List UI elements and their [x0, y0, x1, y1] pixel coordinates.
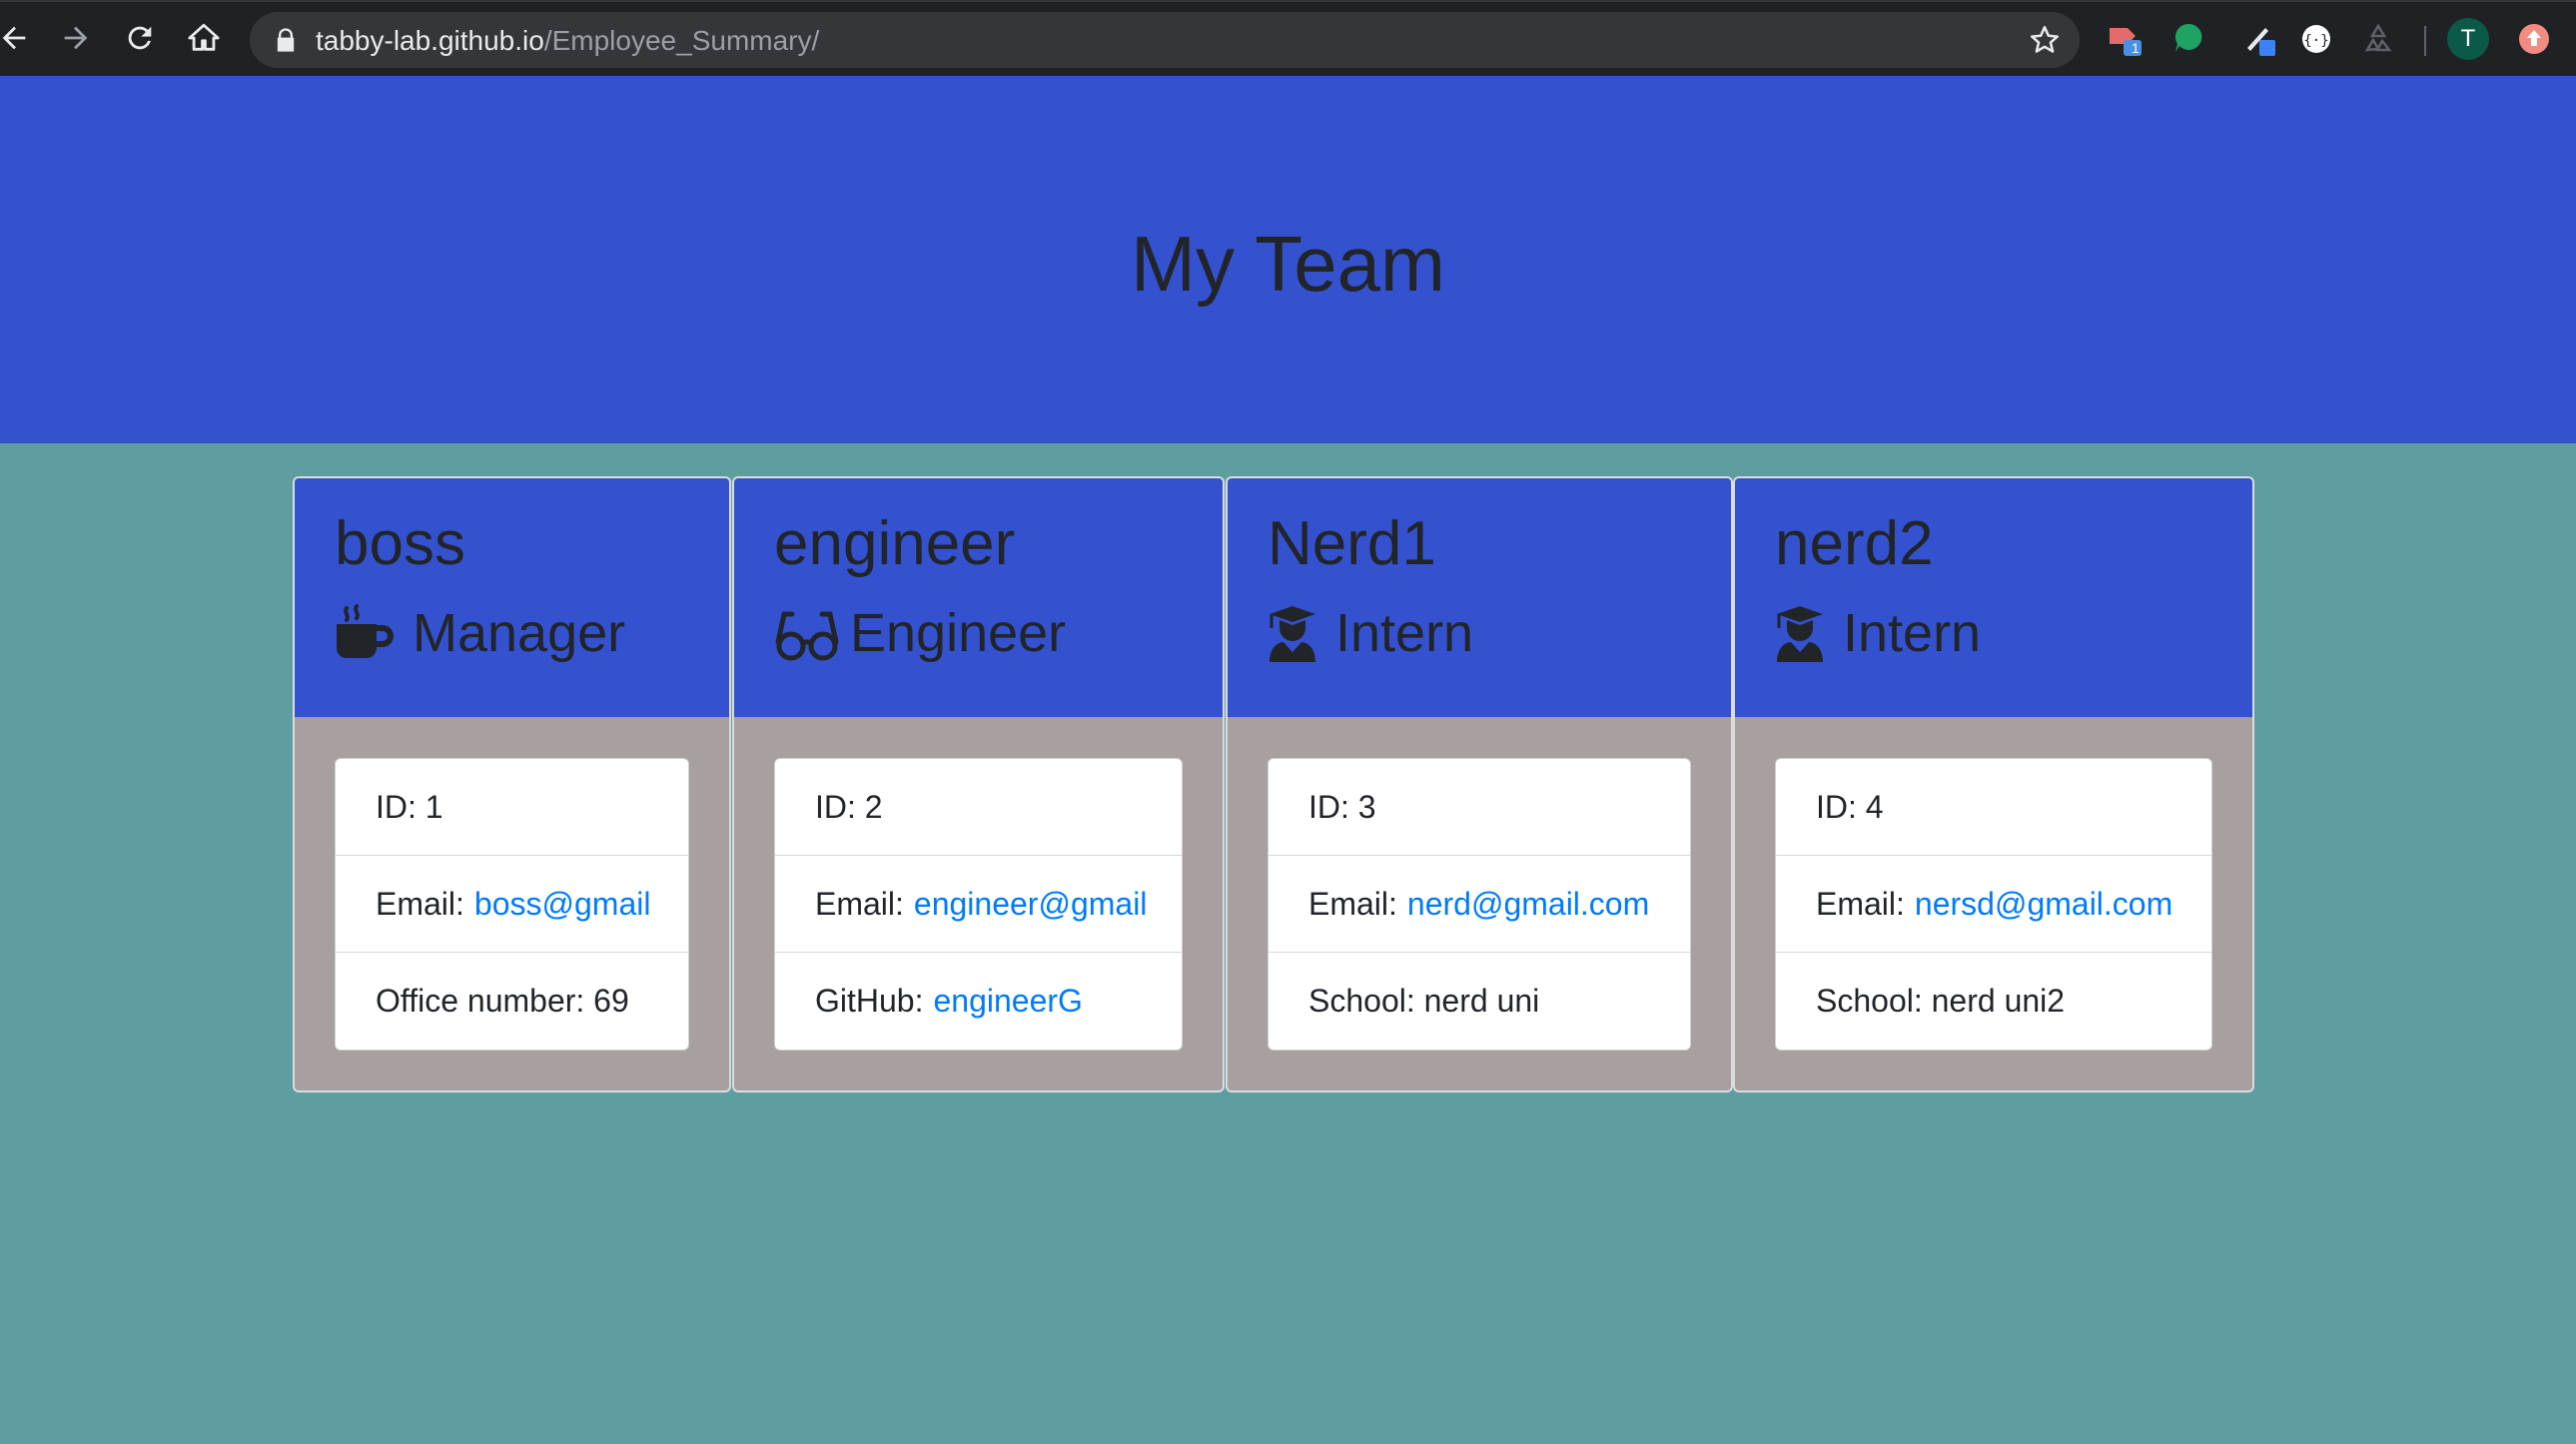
page-header: My Team — [0, 76, 2576, 443]
details-list: ID: 2 Email: engineer@gmail GitHub: engi… — [774, 758, 1183, 1051]
employee-card-engineer: engineer Engineer ID: 2 Email: engineer@… — [732, 476, 1225, 1092]
github-item: GitHub: engineerG — [775, 953, 1182, 1050]
url-text[interactable]: tabby-lab.github.io/Employee_Summary/ — [316, 25, 819, 57]
github-link[interactable]: engineerG — [933, 983, 1082, 1020]
email-item: Email: nerd@gmail.com — [1269, 856, 1690, 953]
details-list: ID: 4 Email: nersd@gmail.com School: ner… — [1775, 758, 2212, 1051]
code-extension-icon[interactable]: {·} — [2297, 20, 2335, 58]
role-label: Engineer — [850, 603, 1067, 663]
browser-toolbar: tabby-lab.github.io/Employee_Summary/ 1 … — [0, 0, 2576, 76]
details-list: ID: 3 Email: nerd@gmail.com School: nerd… — [1268, 758, 1691, 1051]
details-list: ID: 1 Email: boss@gmail Office number: 6… — [335, 758, 689, 1051]
id-item: ID: 1 — [336, 759, 688, 856]
email-item: Email: nersd@gmail.com — [1776, 856, 2211, 953]
glasses-icon — [775, 611, 839, 661]
email-link[interactable]: boss@gmail — [474, 886, 651, 923]
id-item: ID: 2 — [775, 759, 1182, 856]
card-header: engineer Engineer — [734, 478, 1223, 718]
employee-card-intern: Nerd1 Intern ID: 3 Email: nerd@gmail.com… — [1226, 476, 1733, 1092]
coffee-icon — [337, 604, 394, 658]
update-icon[interactable] — [2515, 20, 2553, 58]
school-item: School: nerd uni — [1308, 983, 1540, 1019]
card-header: nerd2 Intern — [1735, 478, 2252, 718]
green-extension-icon[interactable] — [2169, 20, 2207, 58]
svg-text:{·}: {·} — [2303, 33, 2328, 49]
card-header: Nerd1 Intern — [1228, 478, 1731, 718]
school-item: School: nerd uni2 — [1816, 983, 2066, 1019]
employee-role: Intern — [1268, 598, 1731, 668]
email-item: Email: boss@gmail — [336, 856, 688, 953]
profile-avatar[interactable]: T — [2447, 18, 2489, 60]
id-item: ID: 4 — [1776, 759, 2211, 856]
back-icon[interactable] — [0, 16, 36, 60]
address-bar[interactable]: tabby-lab.github.io/Employee_Summary/ — [250, 12, 2080, 68]
extension-badge: 1 — [2132, 40, 2140, 56]
employee-name: engineer — [774, 509, 1016, 578]
employee-card-manager: boss Manager ID: 1 Email: boss@gmail Off… — [293, 476, 731, 1092]
employee-role: Manager — [335, 598, 729, 668]
employee-role: Engineer — [774, 598, 1223, 668]
role-label: Intern — [1843, 603, 1982, 663]
toolbar-divider — [2424, 26, 2426, 56]
bookmark-star-icon[interactable] — [2028, 23, 2062, 57]
email-label: Email: — [376, 885, 464, 922]
email-link[interactable]: engineer@gmail — [914, 886, 1148, 923]
email-label: Email: — [1816, 885, 1905, 922]
pen-extension-icon[interactable] — [2241, 20, 2279, 58]
forward-icon[interactable] — [54, 16, 98, 60]
email-label: Email: — [1308, 885, 1397, 922]
role-label: Manager — [413, 603, 626, 663]
office-number-item: Office number: 69 — [376, 983, 629, 1019]
id-item: ID: 3 — [1269, 759, 1690, 856]
email-link[interactable]: nersd@gmail.com — [1915, 886, 2172, 923]
card-header: boss Manager — [295, 478, 729, 718]
employee-name: boss — [335, 509, 465, 578]
graduate-icon — [1270, 606, 1315, 662]
page-title: My Team — [1131, 219, 1445, 308]
employee-card-intern: nerd2 Intern ID: 4 Email: nersd@gmail.co… — [1733, 476, 2254, 1092]
graduate-icon — [1777, 606, 1823, 662]
role-label: Intern — [1335, 603, 1474, 663]
email-label: Email: — [815, 885, 904, 922]
reload-icon[interactable] — [118, 16, 162, 60]
home-icon[interactable] — [182, 16, 226, 60]
recycle-extension-icon[interactable] — [2359, 20, 2397, 58]
email-link[interactable]: nerd@gmail.com — [1407, 886, 1649, 923]
github-label: GitHub: — [815, 983, 924, 1019]
lock-icon — [277, 28, 295, 52]
employee-role: Intern — [1775, 598, 2252, 668]
employee-name: Nerd1 — [1268, 509, 1436, 578]
extension-icon[interactable]: 1 — [2106, 20, 2144, 58]
email-item: Email: engineer@gmail — [775, 856, 1182, 953]
employee-name: nerd2 — [1775, 509, 1934, 578]
